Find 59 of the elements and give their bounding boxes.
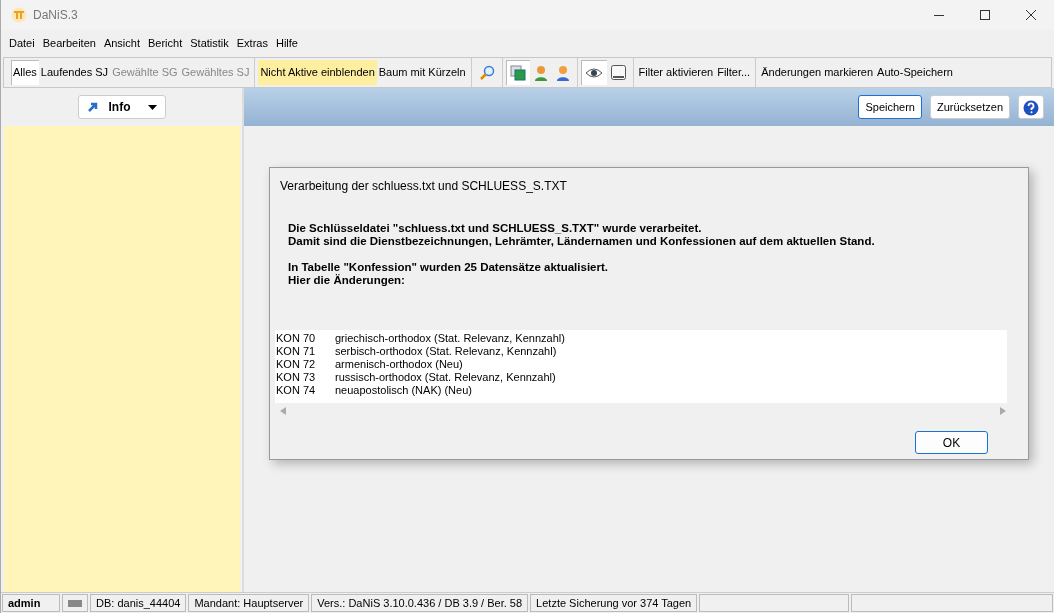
drive-icon	[68, 599, 82, 607]
scroll-right-icon	[1000, 407, 1006, 415]
info-dropdown-button[interactable]: Info	[77, 95, 166, 119]
change-code: KON 71	[275, 345, 317, 358]
key-icon	[610, 65, 626, 80]
message-text: In Tabelle "Konfession" wurden 25 Datensätze aktualisiert.	[288, 261, 609, 274]
change-description: armenisch-orthodox (Neu)	[335, 358, 463, 371]
change-code: KON 70	[275, 332, 317, 345]
arrow-icon	[86, 101, 99, 113]
toolbar-button[interactable]: Laufendes SJ	[38, 60, 111, 85]
menu-item[interactable]: Bericht	[144, 35, 187, 52]
menu-item[interactable]: Datei	[5, 35, 39, 52]
person-icon	[555, 64, 570, 81]
help-icon	[1023, 100, 1039, 117]
change-description: russisch-orthodox (Stat. Relevanz, Kennzahl)	[335, 371, 556, 384]
status-text: Mandant: Hauptserver	[188, 594, 310, 612]
menu-item[interactable]: Extras	[232, 35, 272, 52]
message-text: Die Schlüsseldatei "schluess.txt und SCHLUESS_S.TXT" wurde verarbeitet.	[288, 222, 703, 235]
toolbar-button[interactable]	[580, 60, 607, 85]
help-button[interactable]	[1018, 95, 1044, 119]
dialog-title: Verarbeitung der schluess.txt und SCHLUESS_S.TXT	[279, 178, 568, 195]
reset-button[interactable]: Zurücksetzen	[929, 95, 1010, 119]
change-code: KON 72	[275, 358, 317, 371]
status-text: DB: danis_44404	[90, 594, 187, 612]
person-icon	[533, 64, 548, 81]
message-text: Damit sind die Dienstbezeichnungen, Lehrämter, Ländernamen und Konfessionen auf dem aktuellen Stand.	[288, 235, 876, 248]
save-button[interactable]: Speichern	[858, 95, 922, 119]
document-icon	[509, 64, 526, 81]
scroll-left-icon	[280, 407, 286, 415]
change-description: neuapostolisch (NAK) (Neu)	[335, 384, 472, 397]
menu-item[interactable]: Statistik	[186, 35, 233, 52]
close-icon	[1026, 10, 1036, 20]
change-description: griechisch-orthodox (Stat. Relevanz, Kennzahl)	[335, 332, 565, 345]
toolbar-button[interactable]: Filter...	[715, 60, 753, 85]
message-text: Hier die Änderungen:	[288, 274, 406, 287]
caret-icon	[147, 104, 157, 110]
toolbar-button[interactable]	[505, 60, 530, 85]
change-code: KON 74	[275, 384, 317, 397]
status-text: Vers.: DaNiS 3.10.0.436 / DB 3.9 / Ber. 58	[311, 594, 529, 612]
toolbar-button[interactable]: Nicht Aktive einblenden	[258, 60, 377, 85]
app-logo-icon	[11, 7, 27, 23]
ok-button[interactable]: OK	[915, 431, 988, 454]
menu-item[interactable]: Bearbeiten	[38, 35, 100, 52]
change-code: KON 73	[275, 371, 317, 384]
toolbar-button[interactable]: Änderungen markieren	[759, 60, 876, 85]
status-text: Letzte Sicherung vor 374 Tagen	[530, 594, 698, 612]
toolbar-button[interactable]: Filter aktivieren	[636, 60, 716, 85]
menu-item[interactable]: Hilfe	[271, 35, 302, 52]
toolbar-button[interactable]: Auto-Speichern	[875, 60, 955, 85]
window-title: DaNiS.3	[33, 7, 78, 24]
change-description: serbisch-orthodox (Stat. Relevanz, Kennzahl)	[335, 345, 557, 358]
status-user: admin	[2, 594, 60, 612]
toolbar-button[interactable]: Alles	[11, 60, 39, 85]
menu-item[interactable]: Ansicht	[99, 35, 144, 52]
toolbar-button[interactable]: Baum mit Kürzeln	[376, 60, 468, 85]
maximize-icon	[980, 10, 990, 20]
eye-icon	[584, 66, 603, 79]
search-icon	[478, 64, 495, 81]
minimize-icon	[934, 14, 944, 16]
